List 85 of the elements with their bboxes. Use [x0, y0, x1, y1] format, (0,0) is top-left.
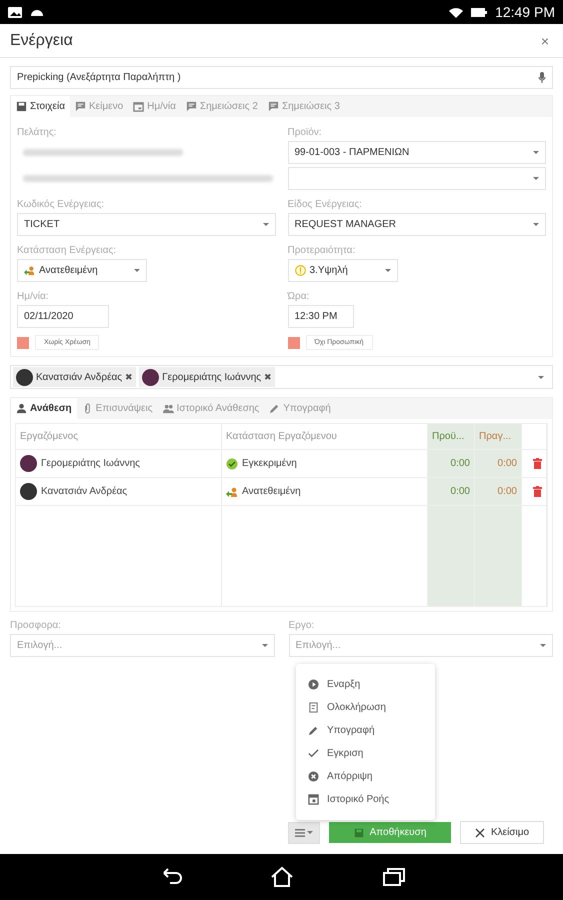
list-icon: [295, 828, 305, 836]
check-icon: [308, 748, 319, 759]
field-label: Κατάσταση Ενέργειας:: [17, 245, 118, 256]
select-field[interactable]: [288, 167, 546, 190]
participants-field[interactable]: Κανατσιάν Ανδρέας ✖ Γερομεριάτης Ιωάννης ✖: [10, 365, 553, 389]
select-field[interactable]: TICKET: [17, 213, 276, 236]
remove-button[interactable]: ✖: [264, 372, 272, 382]
field-label: Είδος Ενέργειας:: [288, 199, 363, 210]
column-header: Προϋ...: [428, 424, 475, 450]
wifi-icon: [449, 6, 464, 18]
user-icon: [16, 403, 27, 414]
pen-icon: [308, 725, 319, 736]
close-button[interactable]: Κλείσιμο: [460, 821, 544, 844]
menu-item[interactable]: Απόρριψη: [296, 765, 435, 788]
field-label: Προϊόν:: [288, 127, 323, 138]
trash-icon[interactable]: [533, 486, 542, 497]
window-icon: [308, 794, 319, 805]
table-cell: 0:00: [498, 458, 517, 469]
menu-item[interactable]: Εγκριση: [296, 742, 435, 765]
comment-icon: [186, 101, 197, 112]
menu-item[interactable]: Ολοκλήρωση: [296, 696, 435, 719]
field-label: Προσφορα:: [10, 620, 62, 631]
select-field[interactable]: 3.Υψηλή: [288, 259, 398, 282]
avatar: [20, 483, 37, 500]
save-icon: [16, 101, 27, 112]
tab[interactable]: Στοιχεία: [11, 96, 70, 117]
calendar-icon: [133, 101, 144, 112]
cloud-icon: [30, 7, 44, 17]
close-button[interactable]: ×: [536, 32, 553, 48]
field-label: Προτεραιότητα:: [288, 245, 356, 256]
menu-item[interactable]: Ιστορικό Ροής: [296, 788, 435, 811]
table-cell: 0:00: [450, 486, 470, 497]
warning-icon: [294, 265, 306, 276]
recent-apps-icon[interactable]: [382, 867, 406, 887]
checkbox[interactable]: [288, 336, 300, 348]
date-field[interactable]: 02/11/2020: [17, 305, 109, 328]
table-cell: Κανατσιάν Ανδρέας: [41, 486, 128, 497]
remove-button[interactable]: ✖: [125, 372, 134, 382]
reject-icon: [308, 771, 319, 782]
field-label: Κωδικός Ενέργειας:: [17, 199, 106, 210]
close-icon: [474, 828, 485, 838]
time-field[interactable]: 12:30 PM: [288, 305, 354, 328]
checkbox[interactable]: [17, 336, 29, 348]
status-time: 12:49 PM: [495, 4, 555, 20]
image-icon: [8, 6, 22, 18]
trash-icon[interactable]: [533, 458, 542, 469]
pen-icon: [269, 403, 280, 414]
tab[interactable]: Ανάθεση: [11, 398, 77, 419]
table-cell: 0:00: [450, 458, 470, 469]
table-cell: Ανατεθειμένη: [242, 486, 301, 497]
select-field[interactable]: REQUEST MANAGER: [288, 213, 546, 236]
avatar: [142, 368, 160, 386]
users-icon: [162, 403, 174, 414]
play-icon: [308, 679, 319, 690]
field-label: Ώρα:: [288, 291, 310, 302]
table-cell: 0:00: [498, 486, 517, 497]
home-icon[interactable]: [270, 866, 294, 888]
select-field[interactable]: 99-01-003 - ΠΑΡΜΕΝΙΩΝ: [288, 141, 546, 164]
menu-button[interactable]: [288, 822, 320, 844]
participant-name: Κανατσιάν Ανδρέας: [36, 372, 122, 382]
column-header: Κατάσταση Εργαζόμενου: [222, 424, 428, 450]
menu-item[interactable]: Υπογραφή: [296, 719, 435, 742]
table-cell: Γερομεριάτης Ιωάννης: [41, 458, 140, 469]
field-label: Ημ/νία:: [17, 291, 50, 302]
battery-icon: [471, 8, 488, 16]
participant-name: Γερομεριάτης Ιωάννης: [162, 372, 262, 382]
column-header: Πραγ...: [475, 424, 522, 450]
save-icon: [354, 828, 364, 838]
avatar: [16, 368, 33, 386]
action-title-field[interactable]: Prepicking (Ανεξάρτητα Παραλήπτη ): [10, 66, 553, 89]
comment-icon: [75, 101, 86, 112]
column-header: Εργαζόμενος: [16, 424, 222, 450]
check-circle-icon: [226, 458, 238, 470]
select-field[interactable]: Ανατεθειμένη: [17, 259, 147, 282]
field-label: Εργο:: [288, 620, 316, 631]
person-arrow-icon: [226, 486, 238, 498]
document-icon: [308, 702, 319, 713]
microphone-icon: [538, 72, 546, 84]
avatar: [20, 455, 37, 472]
comment-icon: [268, 101, 279, 112]
person-arrow-icon: [24, 265, 35, 276]
menu-item[interactable]: Εναρξη: [296, 673, 435, 696]
table-cell: Εγκεκριμένη: [242, 458, 297, 469]
dialog-title: Ενέργεια: [10, 32, 73, 50]
field-label: Πελάτης:: [17, 127, 58, 138]
